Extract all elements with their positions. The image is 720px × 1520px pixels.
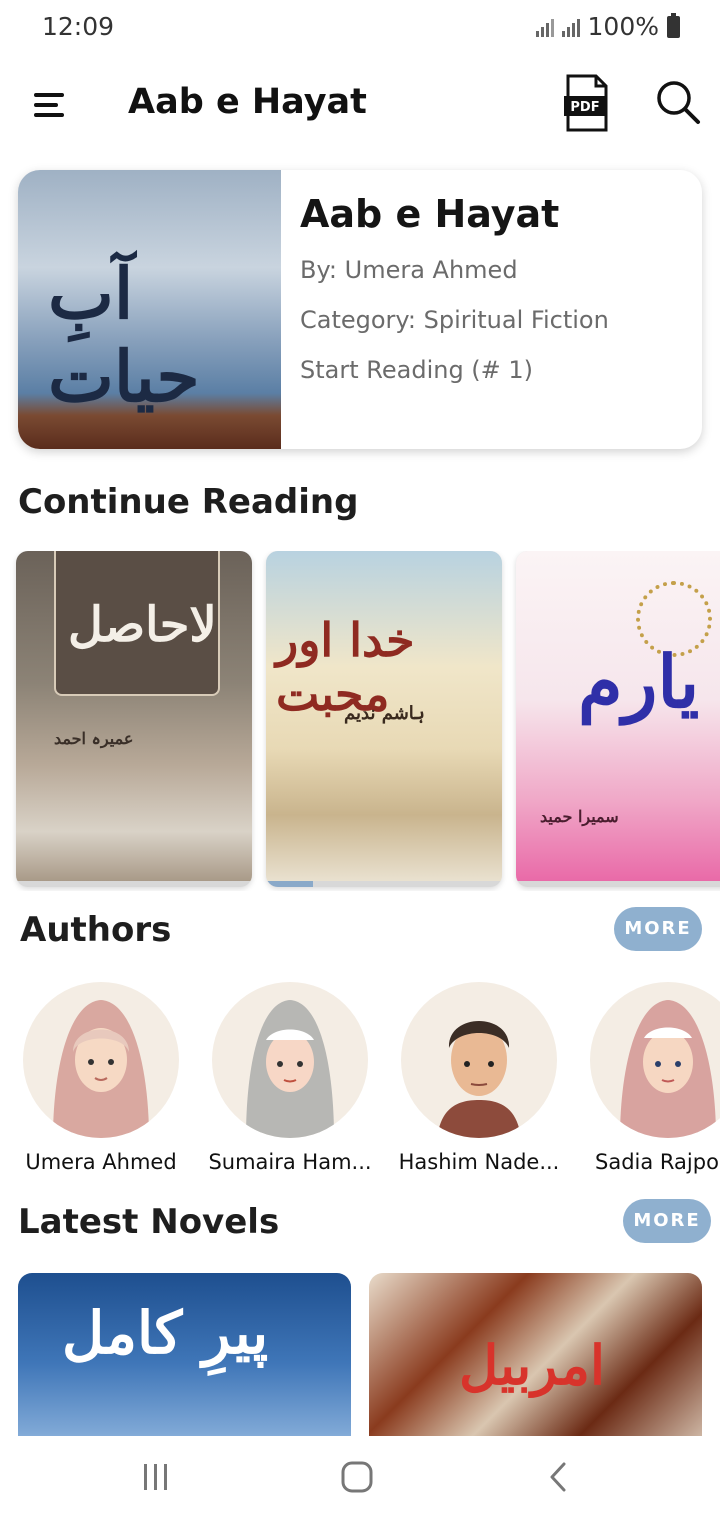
menu-icon[interactable] <box>30 86 70 126</box>
start-reading-link[interactable]: Start Reading (# 1) <box>300 356 609 384</box>
latest-novels-more-button[interactable]: MORE <box>623 1199 711 1243</box>
book-cover-author: ہاشم ندیم <box>344 703 425 724</box>
reading-progress-bar <box>516 881 720 887</box>
battery-percent: 100% <box>587 12 659 41</box>
author-name: Hashim Nade... <box>398 1150 560 1174</box>
system-nav-bar <box>0 1436 720 1520</box>
wifi-signal-icon <box>535 17 554 37</box>
featured-cover-calligraphy: آبِ حیات <box>48 252 200 418</box>
continue-book-card[interactable]: یارم سمیرا حمید <box>516 551 720 887</box>
female-hijab-avatar-icon <box>212 982 368 1138</box>
battery-icon <box>667 12 680 38</box>
book-cover-title: یارم <box>578 639 700 724</box>
back-icon[interactable] <box>540 1460 580 1494</box>
book-cover-author: عمیرہ احمد <box>54 729 134 748</box>
authors-more-button[interactable]: MORE <box>614 907 702 951</box>
reading-progress-bar <box>266 881 502 887</box>
authors-list: Umera Ahmed Sumaira Ham... Hashim Nade..… <box>0 982 720 1182</box>
author-item[interactable]: Sadia Rajpo <box>573 982 720 1174</box>
featured-title: Aab e Hayat <box>300 192 560 236</box>
female-hijab-avatar-icon <box>590 982 720 1138</box>
pdf-label: PDF <box>570 100 599 115</box>
continue-book-card[interactable]: خدا اور محبت ہاشم ندیم <box>266 551 502 887</box>
reading-progress-fill <box>266 881 314 887</box>
featured-category: Category: Spiritual Fiction <box>300 306 609 334</box>
pdf-icon[interactable]: PDF <box>562 74 612 132</box>
app-title: Aab e Hayat <box>128 82 367 122</box>
authors-heading: Authors <box>20 910 172 950</box>
female-hijab-avatar-icon <box>23 982 179 1138</box>
novel-card[interactable]: پیرِ کامل <box>18 1273 351 1437</box>
author-item[interactable]: Hashim Nade... <box>384 982 574 1174</box>
book-cover-title: لاحاصل <box>68 597 217 653</box>
recent-apps-icon[interactable] <box>136 1460 176 1494</box>
author-item[interactable]: Sumaira Ham... <box>195 982 385 1174</box>
novel-card[interactable]: امربیل <box>369 1273 702 1437</box>
author-item[interactable]: Umera Ahmed <box>6 982 196 1174</box>
featured-info: Aab e Hayat By: Umera Ahmed Category: Sp… <box>300 192 609 406</box>
latest-novels-list: پیرِ کامل امربیل <box>0 1273 720 1437</box>
continue-reading-list: لاحاصل عمیرہ احمد خدا اور محبت ہاشم ندیم… <box>0 551 720 891</box>
continue-book-card[interactable]: لاحاصل عمیرہ احمد <box>16 551 252 887</box>
reading-progress-bar <box>16 881 252 887</box>
app-toolbar: Aab e Hayat PDF <box>0 64 720 148</box>
author-name: Sumaira Ham... <box>208 1150 372 1174</box>
home-icon[interactable] <box>338 1460 378 1494</box>
author-name: Sadia Rajpo <box>595 1150 719 1174</box>
novel-cover-title: امربیل <box>459 1333 605 1397</box>
status-time: 12:09 <box>42 12 115 41</box>
featured-book-card[interactable]: آبِ حیات Aab e Hayat By: Umera Ahmed Cat… <box>18 170 702 449</box>
novel-cover-title: پیرِ کامل <box>62 1299 269 1367</box>
status-icons: 100% <box>535 12 680 41</box>
search-icon[interactable] <box>654 78 702 126</box>
continue-reading-heading: Continue Reading <box>18 482 359 522</box>
latest-novels-heading: Latest Novels <box>18 1202 280 1242</box>
status-bar: 12:09 100% <box>0 0 720 56</box>
featured-cover-image: آبِ حیات <box>18 170 281 449</box>
male-avatar-icon <box>401 982 557 1138</box>
featured-author: By: Umera Ahmed <box>300 256 518 284</box>
cell-signal-icon <box>561 17 580 37</box>
author-name: Umera Ahmed <box>25 1150 177 1174</box>
book-cover-author: سمیرا حمید <box>540 807 619 826</box>
